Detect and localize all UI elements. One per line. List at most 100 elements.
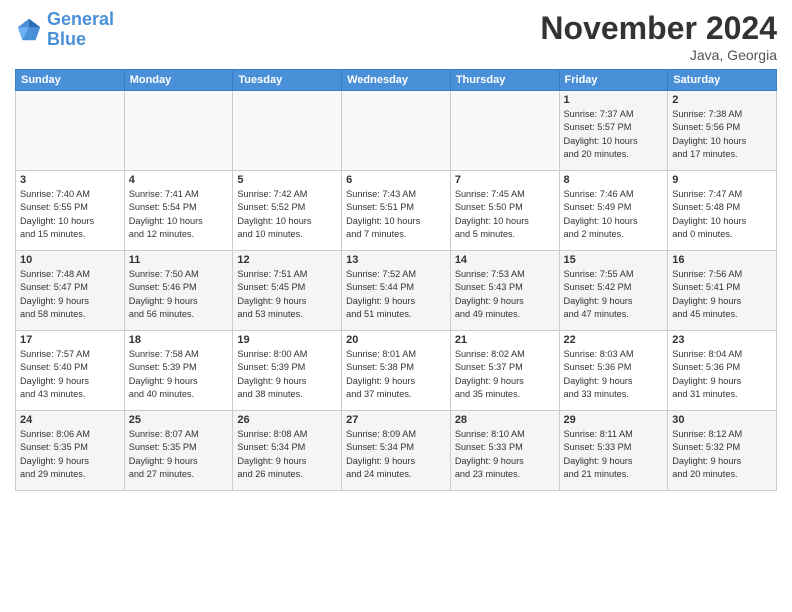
day-number: 12 — [237, 254, 337, 266]
calendar-cell: 4 Sunrise: 7:41 AM Sunset: 5:54 PM Daylig… — [124, 171, 233, 251]
calendar-cell: 14 Sunrise: 7:53 AM Sunset: 5:43 PM Dayli… — [450, 251, 559, 331]
day-header: Friday — [559, 70, 668, 91]
day-info: Sunrise: 8:11 AM Sunset: 5:33 PM Dayligh… — [564, 428, 664, 481]
day-info: Sunrise: 7:43 AM Sunset: 5:51 PM Dayligh… — [346, 188, 446, 241]
calendar-cell: 22 Sunrise: 8:03 AM Sunset: 5:36 PM Dayli… — [559, 331, 668, 411]
day-info: Sunrise: 7:41 AM Sunset: 5:54 PM Dayligh… — [129, 188, 229, 241]
calendar-cell: 7Sunrise: 7:45 AM Sunset: 5:50 PM Daylig… — [450, 171, 559, 251]
calendar-header-row: SundayMondayTuesdayWednesdayThursdayFrid… — [16, 70, 777, 91]
day-info: Sunrise: 8:10 AM Sunset: 5:33 PM Dayligh… — [455, 428, 555, 481]
day-header: Saturday — [668, 70, 777, 91]
calendar-cell: 25 Sunrise: 8:07 AM Sunset: 5:35 PM Dayli… — [124, 411, 233, 491]
day-info: Sunrise: 7:46 AM Sunset: 5:49 PM Dayligh… — [564, 188, 664, 241]
calendar-week-row: 3Sunrise: 7:40 AM Sunset: 5:55 PM Daylig… — [16, 171, 777, 251]
day-number: 7 — [455, 174, 555, 186]
calendar-cell: 6 Sunrise: 7:43 AM Sunset: 5:51 PM Daylig… — [342, 171, 451, 251]
calendar-cell: 16 Sunrise: 7:56 AM Sunset: 5:41 PM Dayli… — [668, 251, 777, 331]
day-info: Sunrise: 7:53 AM Sunset: 5:43 PM Dayligh… — [455, 268, 555, 321]
calendar-cell — [16, 91, 125, 171]
calendar-cell — [124, 91, 233, 171]
calendar-cell: 3Sunrise: 7:40 AM Sunset: 5:55 PM Daylig… — [16, 171, 125, 251]
day-info: Sunrise: 7:56 AM Sunset: 5:41 PM Dayligh… — [672, 268, 772, 321]
day-info: Sunrise: 7:58 AM Sunset: 5:39 PM Dayligh… — [129, 348, 229, 401]
day-number: 5 — [237, 174, 337, 186]
logo-line2: Blue — [47, 29, 86, 49]
day-number: 25 — [129, 414, 229, 426]
page: General Blue November 2024 Java, Georgia… — [0, 0, 792, 612]
day-info: Sunrise: 8:12 AM Sunset: 5:32 PM Dayligh… — [672, 428, 772, 481]
day-number: 2 — [672, 94, 772, 106]
logo-line1: General — [47, 9, 114, 29]
day-number: 26 — [237, 414, 337, 426]
day-info: Sunrise: 8:02 AM Sunset: 5:37 PM Dayligh… — [455, 348, 555, 401]
day-number: 8 — [564, 174, 664, 186]
day-info: Sunrise: 8:09 AM Sunset: 5:34 PM Dayligh… — [346, 428, 446, 481]
day-info: Sunrise: 7:40 AM Sunset: 5:55 PM Dayligh… — [20, 188, 120, 241]
calendar-week-row: 24Sunrise: 8:06 AM Sunset: 5:35 PM Dayli… — [16, 411, 777, 491]
day-number: 24 — [20, 414, 120, 426]
day-info: Sunrise: 7:47 AM Sunset: 5:48 PM Dayligh… — [672, 188, 772, 241]
day-header: Tuesday — [233, 70, 342, 91]
day-number: 22 — [564, 334, 664, 346]
calendar-cell: 12 Sunrise: 7:51 AM Sunset: 5:45 PM Dayli… — [233, 251, 342, 331]
day-info: Sunrise: 7:48 AM Sunset: 5:47 PM Dayligh… — [20, 268, 120, 321]
calendar-cell: 18 Sunrise: 7:58 AM Sunset: 5:39 PM Dayli… — [124, 331, 233, 411]
calendar-cell: 1Sunrise: 7:37 AM Sunset: 5:57 PM Daylig… — [559, 91, 668, 171]
day-info: Sunrise: 7:51 AM Sunset: 5:45 PM Dayligh… — [237, 268, 337, 321]
day-number: 20 — [346, 334, 446, 346]
day-number: 29 — [564, 414, 664, 426]
calendar: SundayMondayTuesdayWednesdayThursdayFrid… — [15, 69, 777, 491]
calendar-cell: 2Sunrise: 7:38 AM Sunset: 5:56 PM Daylig… — [668, 91, 777, 171]
logo: General Blue — [15, 10, 114, 50]
day-number: 14 — [455, 254, 555, 266]
calendar-week-row: 10 Sunrise: 7:48 AM Sunset: 5:47 PM Dayli… — [16, 251, 777, 331]
day-header: Thursday — [450, 70, 559, 91]
calendar-cell: 27 Sunrise: 8:09 AM Sunset: 5:34 PM Dayli… — [342, 411, 451, 491]
day-number: 10 — [20, 254, 120, 266]
calendar-cell: 26 Sunrise: 8:08 AM Sunset: 5:34 PM Dayli… — [233, 411, 342, 491]
day-header: Wednesday — [342, 70, 451, 91]
calendar-cell — [342, 91, 451, 171]
calendar-cell: 19 Sunrise: 8:00 AM Sunset: 5:39 PM Dayli… — [233, 331, 342, 411]
day-header: Sunday — [16, 70, 125, 91]
day-number: 19 — [237, 334, 337, 346]
calendar-cell — [233, 91, 342, 171]
day-info: Sunrise: 8:07 AM Sunset: 5:35 PM Dayligh… — [129, 428, 229, 481]
day-number: 4 — [129, 174, 229, 186]
day-number: 11 — [129, 254, 229, 266]
day-number: 27 — [346, 414, 446, 426]
calendar-cell — [450, 91, 559, 171]
day-info: Sunrise: 8:04 AM Sunset: 5:36 PM Dayligh… — [672, 348, 772, 401]
calendar-cell: 10 Sunrise: 7:48 AM Sunset: 5:47 PM Dayli… — [16, 251, 125, 331]
day-info: Sunrise: 7:42 AM Sunset: 5:52 PM Dayligh… — [237, 188, 337, 241]
day-number: 30 — [672, 414, 772, 426]
calendar-cell: 30 Sunrise: 8:12 AM Sunset: 5:32 PM Dayli… — [668, 411, 777, 491]
day-info: Sunrise: 7:55 AM Sunset: 5:42 PM Dayligh… — [564, 268, 664, 321]
day-info: Sunrise: 8:08 AM Sunset: 5:34 PM Dayligh… — [237, 428, 337, 481]
day-info: Sunrise: 8:00 AM Sunset: 5:39 PM Dayligh… — [237, 348, 337, 401]
day-number: 1 — [564, 94, 664, 106]
day-info: Sunrise: 8:01 AM Sunset: 5:38 PM Dayligh… — [346, 348, 446, 401]
title-block: November 2024 Java, Georgia — [540, 10, 777, 63]
day-header: Monday — [124, 70, 233, 91]
day-info: Sunrise: 8:03 AM Sunset: 5:36 PM Dayligh… — [564, 348, 664, 401]
day-number: 13 — [346, 254, 446, 266]
calendar-cell: 5 Sunrise: 7:42 AM Sunset: 5:52 PM Daylig… — [233, 171, 342, 251]
calendar-cell: 21Sunrise: 8:02 AM Sunset: 5:37 PM Dayli… — [450, 331, 559, 411]
calendar-cell: 20 Sunrise: 8:01 AM Sunset: 5:38 PM Dayli… — [342, 331, 451, 411]
day-number: 6 — [346, 174, 446, 186]
calendar-cell: 11 Sunrise: 7:50 AM Sunset: 5:46 PM Dayli… — [124, 251, 233, 331]
calendar-week-row: 17Sunrise: 7:57 AM Sunset: 5:40 PM Dayli… — [16, 331, 777, 411]
day-number: 23 — [672, 334, 772, 346]
location: Java, Georgia — [540, 47, 777, 63]
day-number: 15 — [564, 254, 664, 266]
day-number: 16 — [672, 254, 772, 266]
day-info: Sunrise: 7:50 AM Sunset: 5:46 PM Dayligh… — [129, 268, 229, 321]
header: General Blue November 2024 Java, Georgia — [15, 10, 777, 63]
logo-icon — [15, 16, 43, 44]
day-number: 28 — [455, 414, 555, 426]
day-number: 9 — [672, 174, 772, 186]
calendar-cell: 17Sunrise: 7:57 AM Sunset: 5:40 PM Dayli… — [16, 331, 125, 411]
day-number: 18 — [129, 334, 229, 346]
calendar-cell: 23 Sunrise: 8:04 AM Sunset: 5:36 PM Dayli… — [668, 331, 777, 411]
